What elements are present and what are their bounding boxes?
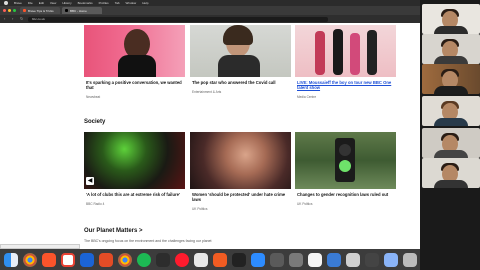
- close-window-icon[interactable]: [3, 9, 6, 12]
- zoom-icon[interactable]: [250, 252, 265, 267]
- address-url: bbc.co.uk: [32, 17, 45, 21]
- minimize-window-icon[interactable]: [8, 9, 11, 12]
- maximize-window-icon[interactable]: [13, 9, 16, 12]
- story-image: [84, 25, 185, 77]
- story-tag[interactable]: Entertainment & Arts: [190, 90, 291, 94]
- story-title[interactable]: Women 'should be protected' under hate c…: [190, 192, 291, 202]
- participant-video[interactable]: [422, 4, 480, 34]
- app-icon[interactable]: [193, 252, 208, 267]
- apple-icon[interactable]: [4, 1, 8, 5]
- story-card[interactable]: It's sparking a positive conversation, w…: [84, 25, 185, 99]
- participant-video[interactable]: [422, 34, 480, 64]
- spotify-icon[interactable]: [136, 252, 151, 267]
- story-tag[interactable]: Media Centre: [295, 95, 396, 99]
- section-subtext: The BBC's ongoing focus on the environme…: [84, 239, 212, 243]
- story-title[interactable]: It's sparking a positive conversation, w…: [84, 80, 185, 90]
- video-play-icon[interactable]: ◀: [86, 177, 94, 185]
- bbc-page: It's sparking a positive conversation, w…: [0, 23, 420, 250]
- back-arrow-icon[interactable]: ‹: [4, 17, 8, 21]
- app-icon[interactable]: [345, 252, 360, 267]
- forward-arrow-icon[interactable]: ›: [12, 17, 16, 21]
- participant-video[interactable]: [422, 96, 480, 126]
- story-tag[interactable]: BBC Radio 4: [84, 202, 185, 206]
- chrome-icon[interactable]: [22, 252, 37, 267]
- story-card[interactable]: ◀ 'A lot of clubs this are at extreme ri…: [84, 132, 185, 206]
- finder-icon[interactable]: [3, 252, 18, 267]
- story-title-link[interactable]: LIVE: Moussaieff the boy on tour new BBC…: [295, 80, 396, 90]
- app-icon[interactable]: [79, 252, 94, 267]
- tab-label: Brave Tips & Tricks: [28, 8, 54, 13]
- chrome-icon[interactable]: [117, 252, 132, 267]
- tab-bbc-home[interactable]: BBC - Home: [62, 7, 102, 14]
- app-icon[interactable]: [269, 252, 284, 267]
- story-title[interactable]: The pop star who answered the Covid call: [190, 80, 291, 85]
- bbc-favicon-icon: [65, 9, 68, 12]
- participant-video[interactable]: [422, 158, 480, 188]
- browser-toolbar: ‹ › ↻ bbc.co.uk: [0, 15, 420, 23]
- story-image: [190, 132, 291, 189]
- story-tag[interactable]: UK Politics: [190, 207, 291, 211]
- app-icon[interactable]: [364, 252, 379, 267]
- tab-brave-tips[interactable]: Brave Tips & Tricks: [20, 7, 60, 14]
- story-title[interactable]: Changes to gender recognition laws ruled…: [295, 192, 396, 197]
- section-heading-planet[interactable]: Our Planet Matters >: [84, 228, 143, 234]
- app-icon[interactable]: [326, 252, 341, 267]
- participant-video[interactable]: [422, 64, 480, 94]
- story-image: [295, 132, 396, 189]
- story-card[interactable]: Changes to gender recognition laws ruled…: [295, 132, 396, 206]
- app-icon[interactable]: [231, 252, 246, 267]
- story-card[interactable]: LIVE: Moussaieff the boy on tour new BBC…: [295, 25, 396, 99]
- brave-favicon-icon: [23, 9, 26, 12]
- story-card[interactable]: Women 'should be protected' under hate c…: [190, 132, 291, 211]
- address-bar[interactable]: bbc.co.uk: [28, 16, 328, 22]
- app-icon[interactable]: [383, 252, 398, 267]
- tab-label: BBC - Home: [70, 8, 87, 13]
- story-image: [295, 25, 396, 77]
- participant-video[interactable]: [422, 128, 480, 158]
- window-controls: [3, 9, 16, 12]
- story-card[interactable]: The pop star who answered the Covid call…: [190, 25, 291, 94]
- gmail-icon[interactable]: [60, 252, 75, 267]
- brave-icon[interactable]: [41, 252, 56, 267]
- app-icon[interactable]: [155, 252, 170, 267]
- section-heading-society[interactable]: Society: [84, 119, 105, 125]
- app-icon[interactable]: [307, 252, 322, 267]
- trash-icon[interactable]: [402, 252, 417, 267]
- story-image: ◀: [84, 132, 185, 189]
- story-tag[interactable]: UK Politics: [295, 202, 396, 206]
- story-title[interactable]: 'A lot of clubs this are at extreme risk…: [84, 192, 185, 197]
- app-icon[interactable]: [288, 252, 303, 267]
- opera-icon[interactable]: [174, 252, 189, 267]
- app-icon[interactable]: [98, 252, 113, 267]
- browser-tabbar: Brave Tips & Tricks BBC - Home: [0, 6, 420, 15]
- reload-icon[interactable]: ↻: [20, 17, 24, 21]
- story-image: [190, 25, 291, 77]
- app-icon[interactable]: [212, 252, 227, 267]
- mac-dock: [0, 249, 420, 270]
- story-tag[interactable]: Newsbeat: [84, 95, 185, 99]
